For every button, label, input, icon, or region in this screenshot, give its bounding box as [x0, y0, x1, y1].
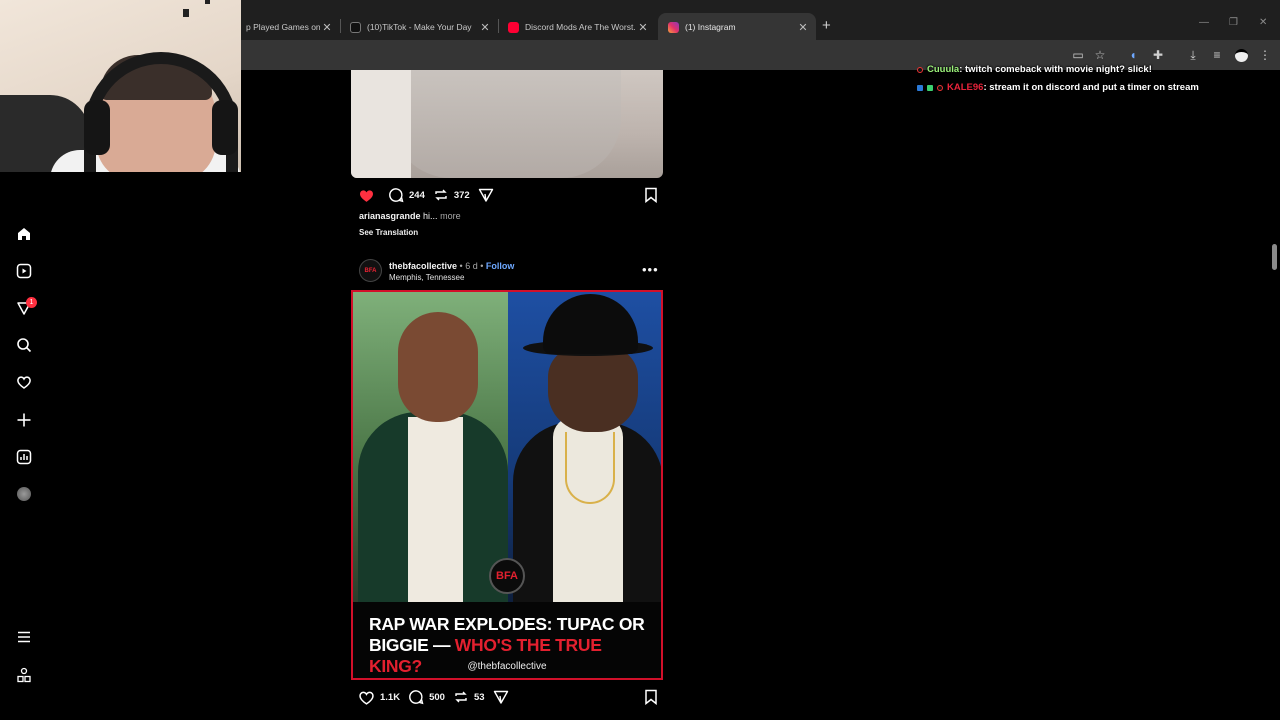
tiktok-icon [350, 21, 361, 33]
comment-icon [409, 690, 424, 705]
close-icon[interactable]: ✕ [636, 21, 650, 34]
tab-title: Discord Mods Are The Worst... [525, 22, 636, 32]
close-window-icon[interactable]: ✕ [1259, 17, 1267, 28]
menu-kebab-icon[interactable]: ⋮ [1257, 47, 1273, 63]
heart-icon[interactable] [15, 373, 33, 391]
post-username[interactable]: thebfacollective [389, 261, 457, 271]
repost-icon [455, 691, 467, 703]
reels-icon[interactable] [15, 262, 33, 280]
post-location[interactable]: Memphis, Tennessee [389, 273, 464, 282]
tab-kick[interactable]: p Played Games on K ✕ [236, 13, 340, 41]
minimize-icon[interactable]: — [1199, 17, 1209, 28]
chat-badge-icon [927, 84, 933, 91]
save-button[interactable] [644, 187, 663, 203]
comment-icon [389, 188, 404, 203]
extensions-icon[interactable]: ✚ [1150, 47, 1166, 63]
search-icon[interactable] [15, 336, 33, 354]
tab-title: (10)TikTok - Make Your Day [367, 22, 472, 32]
restore-icon[interactable]: ❐ [1229, 17, 1238, 28]
share-button[interactable] [493, 689, 514, 705]
close-icon[interactable]: ✕ [796, 21, 810, 34]
bookmark-icon [645, 689, 657, 705]
tab-title: (1) Instagram [685, 22, 736, 32]
youtube-icon [508, 21, 519, 33]
tab-youtube[interactable]: Discord Mods Are The Worst... ✕ [498, 13, 656, 41]
more-menu-icon[interactable] [15, 628, 33, 646]
image-handle: @thebfacollective [467, 661, 547, 672]
post-age: 6 d [465, 261, 478, 271]
chat-text: : twitch comeback with movie night? slic… [959, 64, 1152, 75]
repost-button[interactable]: 372 [433, 187, 470, 203]
caption-text: hi... [423, 211, 438, 221]
repost-button[interactable]: 53 [453, 689, 485, 705]
tab-search-icon[interactable]: ≡ [1209, 47, 1225, 63]
webcam-overlay [0, 0, 241, 172]
tab-tiktok[interactable]: (10)TikTok - Make Your Day ✕ [340, 13, 498, 41]
create-plus-icon[interactable] [15, 411, 33, 429]
download-icon[interactable]: ⤓ [1185, 47, 1201, 63]
caption-more-link[interactable]: more [440, 211, 461, 221]
tab-title: p Played Games on K [246, 22, 320, 32]
bookmark-icon [645, 187, 657, 203]
like-button[interactable]: 1.1K [358, 689, 400, 706]
like-count: 1.1K [380, 691, 401, 703]
post-actions: 244 372 [358, 185, 663, 205]
post-caption: arianasgrande hi... more [359, 211, 461, 221]
audio-icon[interactable]: ◖ [1125, 47, 1141, 63]
chat-badge-icon [917, 66, 923, 73]
follow-button[interactable]: Follow [486, 261, 515, 271]
comment-button[interactable]: 500 [408, 689, 445, 705]
instagram-icon [668, 21, 679, 33]
profile-avatar-icon[interactable] [1233, 47, 1249, 63]
heart-icon [359, 691, 374, 705]
comment-button[interactable]: 244 [388, 187, 425, 203]
see-translation-link[interactable]: See Translation [359, 228, 418, 237]
insights-icon[interactable] [15, 448, 33, 466]
repost-count: 372 [453, 189, 470, 201]
post-image[interactable]: BFA RAP WAR EXPLODES: TUPAC OR BIGGIE — … [351, 290, 663, 680]
chat-badge-icon [917, 84, 923, 91]
post-author-avatar[interactable]: BFA [359, 259, 382, 282]
heart-filled-icon [359, 189, 374, 202]
share-icon [478, 188, 493, 202]
share-button[interactable] [478, 187, 499, 203]
close-icon[interactable]: ✕ [478, 21, 492, 34]
profile-avatar[interactable] [15, 485, 33, 503]
repost-count: 53 [473, 691, 485, 703]
chat-text: : stream it on discord and put a timer o… [983, 82, 1199, 93]
tab-instagram[interactable]: (1) Instagram ✕ [658, 13, 816, 41]
post-header: thebfacollective • 6 d • Follow [389, 261, 515, 271]
home-icon[interactable] [15, 225, 33, 243]
more-options-icon[interactable]: ••• [642, 262, 659, 277]
caption-username[interactable]: arianasgrande [359, 211, 421, 221]
post-image[interactable] [351, 70, 663, 178]
comment-count: 500 [429, 691, 445, 703]
post-actions: 1.1K 500 53 [358, 687, 663, 707]
chat-message: Cuuula : twitch comeback with movie nigh… [917, 64, 1152, 75]
chat-message: KALE96 : stream it on discord and put a … [917, 82, 1199, 93]
chat-username: Cuuula [927, 64, 960, 75]
close-icon[interactable]: ✕ [320, 21, 334, 34]
save-button[interactable] [644, 689, 663, 705]
cast-icon[interactable]: ▭ [1070, 47, 1086, 63]
page-scrollbar[interactable] [1272, 244, 1277, 270]
comment-count: 244 [409, 189, 425, 201]
chat-badge-icon [937, 84, 943, 91]
share-icon [493, 690, 508, 704]
bfa-logo: BFA [489, 558, 525, 594]
new-tab-button[interactable]: + [822, 17, 831, 34]
repost-icon [435, 189, 447, 201]
chat-username: KALE96 [947, 82, 984, 93]
like-button[interactable] [358, 187, 380, 204]
bookmark-star-icon[interactable]: ☆ [1092, 47, 1108, 63]
apps-icon[interactable] [15, 666, 33, 684]
notification-badge: 1 [26, 297, 37, 308]
